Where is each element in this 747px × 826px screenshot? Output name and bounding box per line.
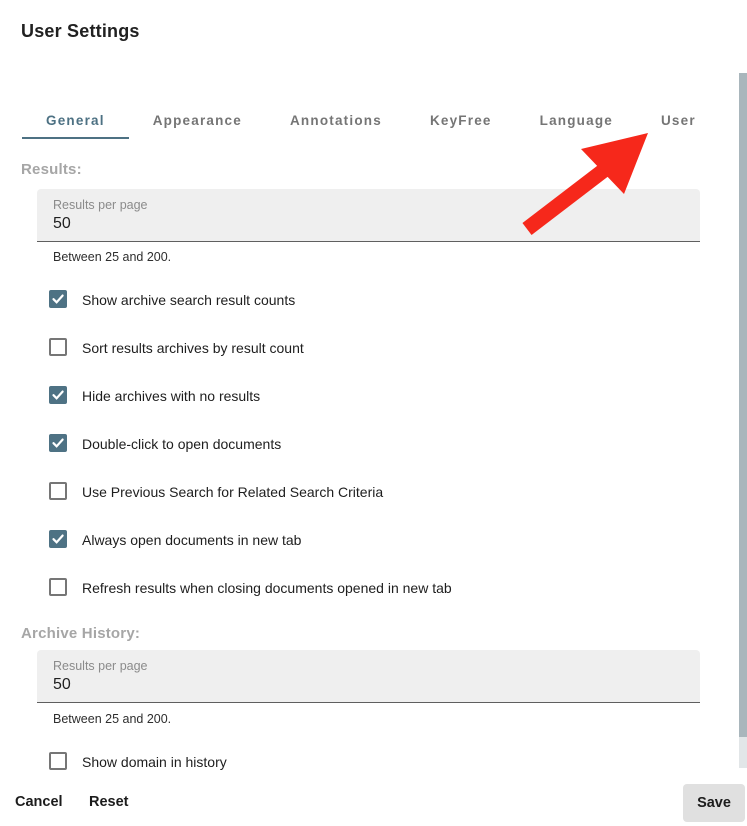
checkbox-label[interactable]: Double-click to open documents (82, 434, 281, 453)
checkbox-always-open-new-tab[interactable] (49, 530, 67, 548)
input-value: 50 (53, 676, 71, 694)
tab-bar: General Appearance Annotations KeyFree L… (22, 103, 720, 139)
checkbox-row: Always open documents in new tab (49, 530, 301, 549)
checkmark-icon (51, 436, 65, 450)
tab-general[interactable]: General (22, 103, 129, 139)
checkbox-label[interactable]: Show archive search result counts (82, 290, 295, 309)
tab-user[interactable]: User (637, 103, 720, 139)
cancel-button[interactable]: Cancel (15, 794, 63, 810)
tab-appearance[interactable]: Appearance (129, 103, 266, 139)
checkbox-label[interactable]: Use Previous Search for Related Search C… (82, 482, 383, 501)
checkbox-label[interactable]: Hide archives with no results (82, 386, 260, 405)
checkmark-icon (51, 388, 65, 402)
input-helper-text: Between 25 and 200. (53, 712, 171, 726)
checkbox-show-archive-search-result-counts[interactable] (49, 290, 67, 308)
results-per-page-input[interactable]: Results per page 50 (37, 189, 700, 242)
save-button[interactable]: Save (683, 784, 745, 822)
tab-language[interactable]: Language (516, 103, 637, 139)
checkbox-refresh-results-on-close[interactable] (49, 578, 67, 596)
checkbox-row: Sort results archives by result count (49, 338, 304, 357)
checkbox-use-previous-search[interactable] (49, 482, 67, 500)
scrollbar-thumb[interactable] (739, 73, 747, 737)
archive-history-heading: Archive History: (21, 625, 140, 642)
checkbox-row: Refresh results when closing documents o… (49, 578, 452, 597)
checkbox-row: Show domain in history (49, 752, 227, 771)
history-results-per-page-input[interactable]: Results per page 50 (37, 650, 700, 703)
results-section-heading: Results: (21, 161, 82, 178)
checkbox-row: Use Previous Search for Related Search C… (49, 482, 383, 501)
checkbox-row: Double-click to open documents (49, 434, 281, 453)
input-label: Results per page (53, 198, 148, 212)
checkbox-label[interactable]: Show domain in history (82, 752, 227, 771)
checkbox-label[interactable]: Sort results archives by result count (82, 338, 304, 357)
checkbox-hide-archives-no-results[interactable] (49, 386, 67, 404)
checkbox-double-click-open[interactable] (49, 434, 67, 452)
checkbox-label[interactable]: Refresh results when closing documents o… (82, 578, 452, 597)
checkmark-icon (51, 532, 65, 546)
page-title: User Settings (21, 21, 140, 42)
input-label: Results per page (53, 659, 148, 673)
user-settings-dialog: User Settings General Appearance Annotat… (0, 0, 747, 826)
checkbox-row: Hide archives with no results (49, 386, 260, 405)
checkbox-sort-results-archives[interactable] (49, 338, 67, 356)
input-helper-text: Between 25 and 200. (53, 250, 171, 264)
reset-button[interactable]: Reset (89, 794, 129, 810)
tab-annotations[interactable]: Annotations (266, 103, 406, 139)
input-value: 50 (53, 215, 71, 233)
checkbox-row: Show archive search result counts (49, 290, 295, 309)
tab-keyfree[interactable]: KeyFree (406, 103, 516, 139)
checkbox-label[interactable]: Always open documents in new tab (82, 530, 301, 549)
checkmark-icon (51, 292, 65, 306)
checkbox-show-domain-in-history[interactable] (49, 752, 67, 770)
